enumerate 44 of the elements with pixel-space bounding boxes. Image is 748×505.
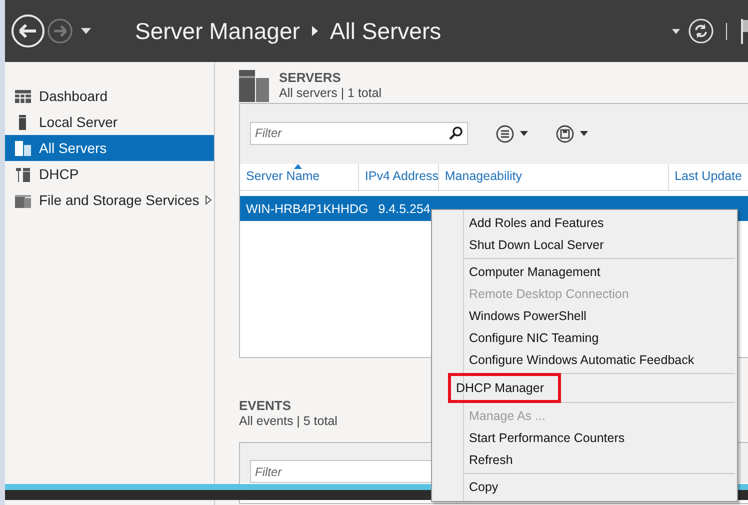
sidebar-item[interactable]: Local Server — [5, 109, 214, 135]
sidebar-item[interactable]: File and Storage Services — [5, 187, 214, 213]
servers-icon — [15, 140, 31, 156]
section-subtitle: All events | 5 total — [239, 414, 338, 428]
caret-icon[interactable] — [672, 28, 680, 34]
storage-icon — [15, 192, 31, 208]
servers-icon — [239, 70, 269, 102]
list-options-icon[interactable] — [496, 125, 528, 143]
section-title: EVENTS — [239, 398, 292, 413]
column-header[interactable]: Last Update — [668, 164, 748, 190]
column-header[interactable]: IPv4 Address — [358, 164, 439, 190]
forward-button[interactable] — [47, 18, 73, 44]
search-icon[interactable] — [449, 126, 463, 140]
table-cell-text: WIN-HRB4P1KHHDG — [245, 202, 370, 216]
column-header[interactable]: Manageability — [438, 164, 669, 190]
caret-icon[interactable] — [81, 28, 91, 34]
menu-item[interactable]: Copy — [469, 476, 504, 498]
sidebar-item[interactable]: All Servers — [5, 135, 214, 161]
menu-item[interactable]: Start Performance Counters — [469, 427, 631, 449]
filter-field[interactable]: Filter — [250, 122, 468, 144]
menu-item[interactable]: Refresh — [469, 449, 519, 471]
expand-arrow-icon[interactable] — [205, 195, 212, 205]
divider-icon — [726, 22, 727, 40]
back-button[interactable] — [11, 14, 45, 48]
table-cell-text: 9.4.5.254 — [377, 202, 430, 216]
menu-item[interactable]: DHCP Manager — [451, 376, 558, 400]
breadcrumb: All Servers — [330, 18, 442, 44]
menu-item[interactable]: Configure Windows Automatic Feedback — [469, 349, 700, 371]
menu-item[interactable]: Shut Down Local Server — [469, 234, 610, 256]
refresh-icon[interactable] — [688, 18, 714, 44]
menu-item[interactable]: Windows PowerShell — [469, 305, 592, 327]
menu-item[interactable]: Computer Management — [469, 261, 606, 283]
window-title: Server Manager — [135, 18, 300, 44]
section-subtitle: All servers | 1 total — [279, 86, 382, 100]
column-header[interactable]: Server Name — [240, 164, 359, 190]
section-title: SERVERS — [279, 70, 342, 85]
sort-arrow-icon — [294, 164, 302, 169]
menu-item[interactable]: Configure NIC Teaming — [469, 327, 605, 349]
tools-icon — [15, 166, 31, 182]
breadcrumb-arrow-icon — [312, 26, 318, 36]
sidebar-item[interactable]: Dashboard — [5, 83, 214, 109]
sidebar-item[interactable]: DHCP — [5, 161, 214, 187]
dashboard-icon — [15, 88, 31, 104]
save-options-icon[interactable] — [556, 125, 588, 143]
